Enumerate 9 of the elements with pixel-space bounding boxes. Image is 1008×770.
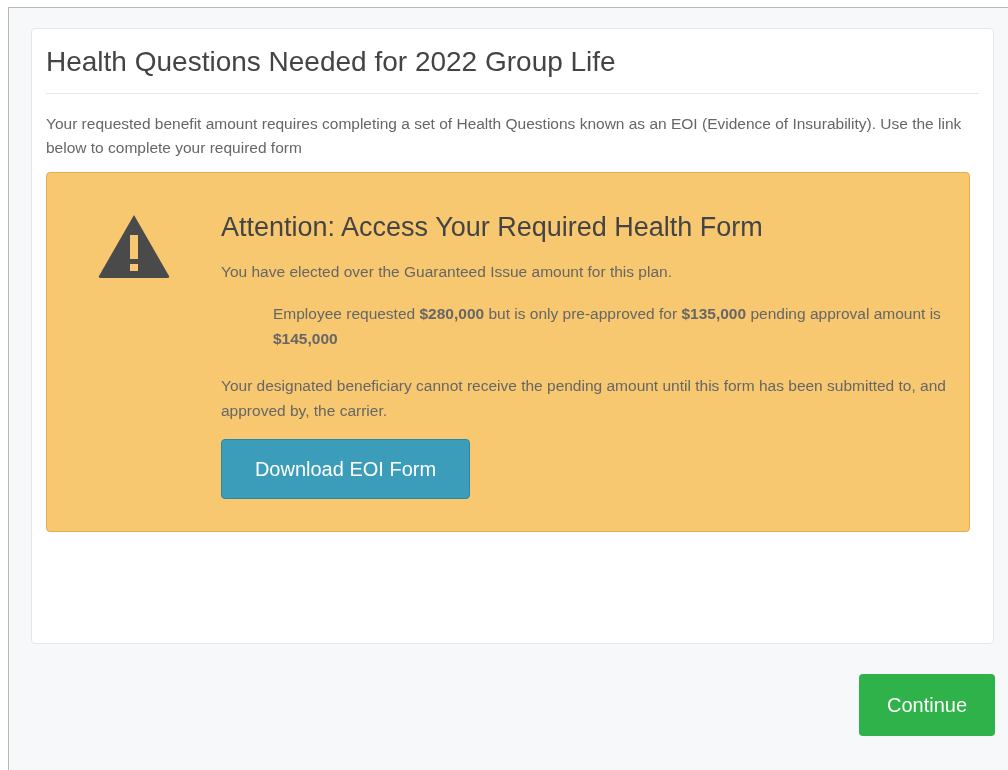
amount-text: Employee requested $280,000 but is only pre-approved for $135,000 pending approval amount is $145,000 bbox=[272, 303, 942, 349]
warning-icon bbox=[97, 213, 171, 279]
intro-text: Your requested benefit amount requires completing a set of Health Questions known as an EOI (Evidence of Insurability). Use the link below to complete your required form bbox=[46, 114, 963, 158]
continue-button[interactable]: Continue bbox=[859, 674, 995, 736]
beneficiary-note: Your designated beneficiary cannot receive the pending amount until this form has been submitted to, and approved by, the carrier. bbox=[221, 375, 947, 421]
card-title: Health Questions Needed for 2022 Group Life bbox=[46, 41, 979, 94]
alert-title: Attention: Access Your Required Health Form bbox=[221, 211, 764, 244]
alert-text: You have elected over the Guaranteed Issue amount for this plan. bbox=[221, 261, 673, 282]
download-button[interactable]: Download EOI Form bbox=[221, 438, 470, 499]
